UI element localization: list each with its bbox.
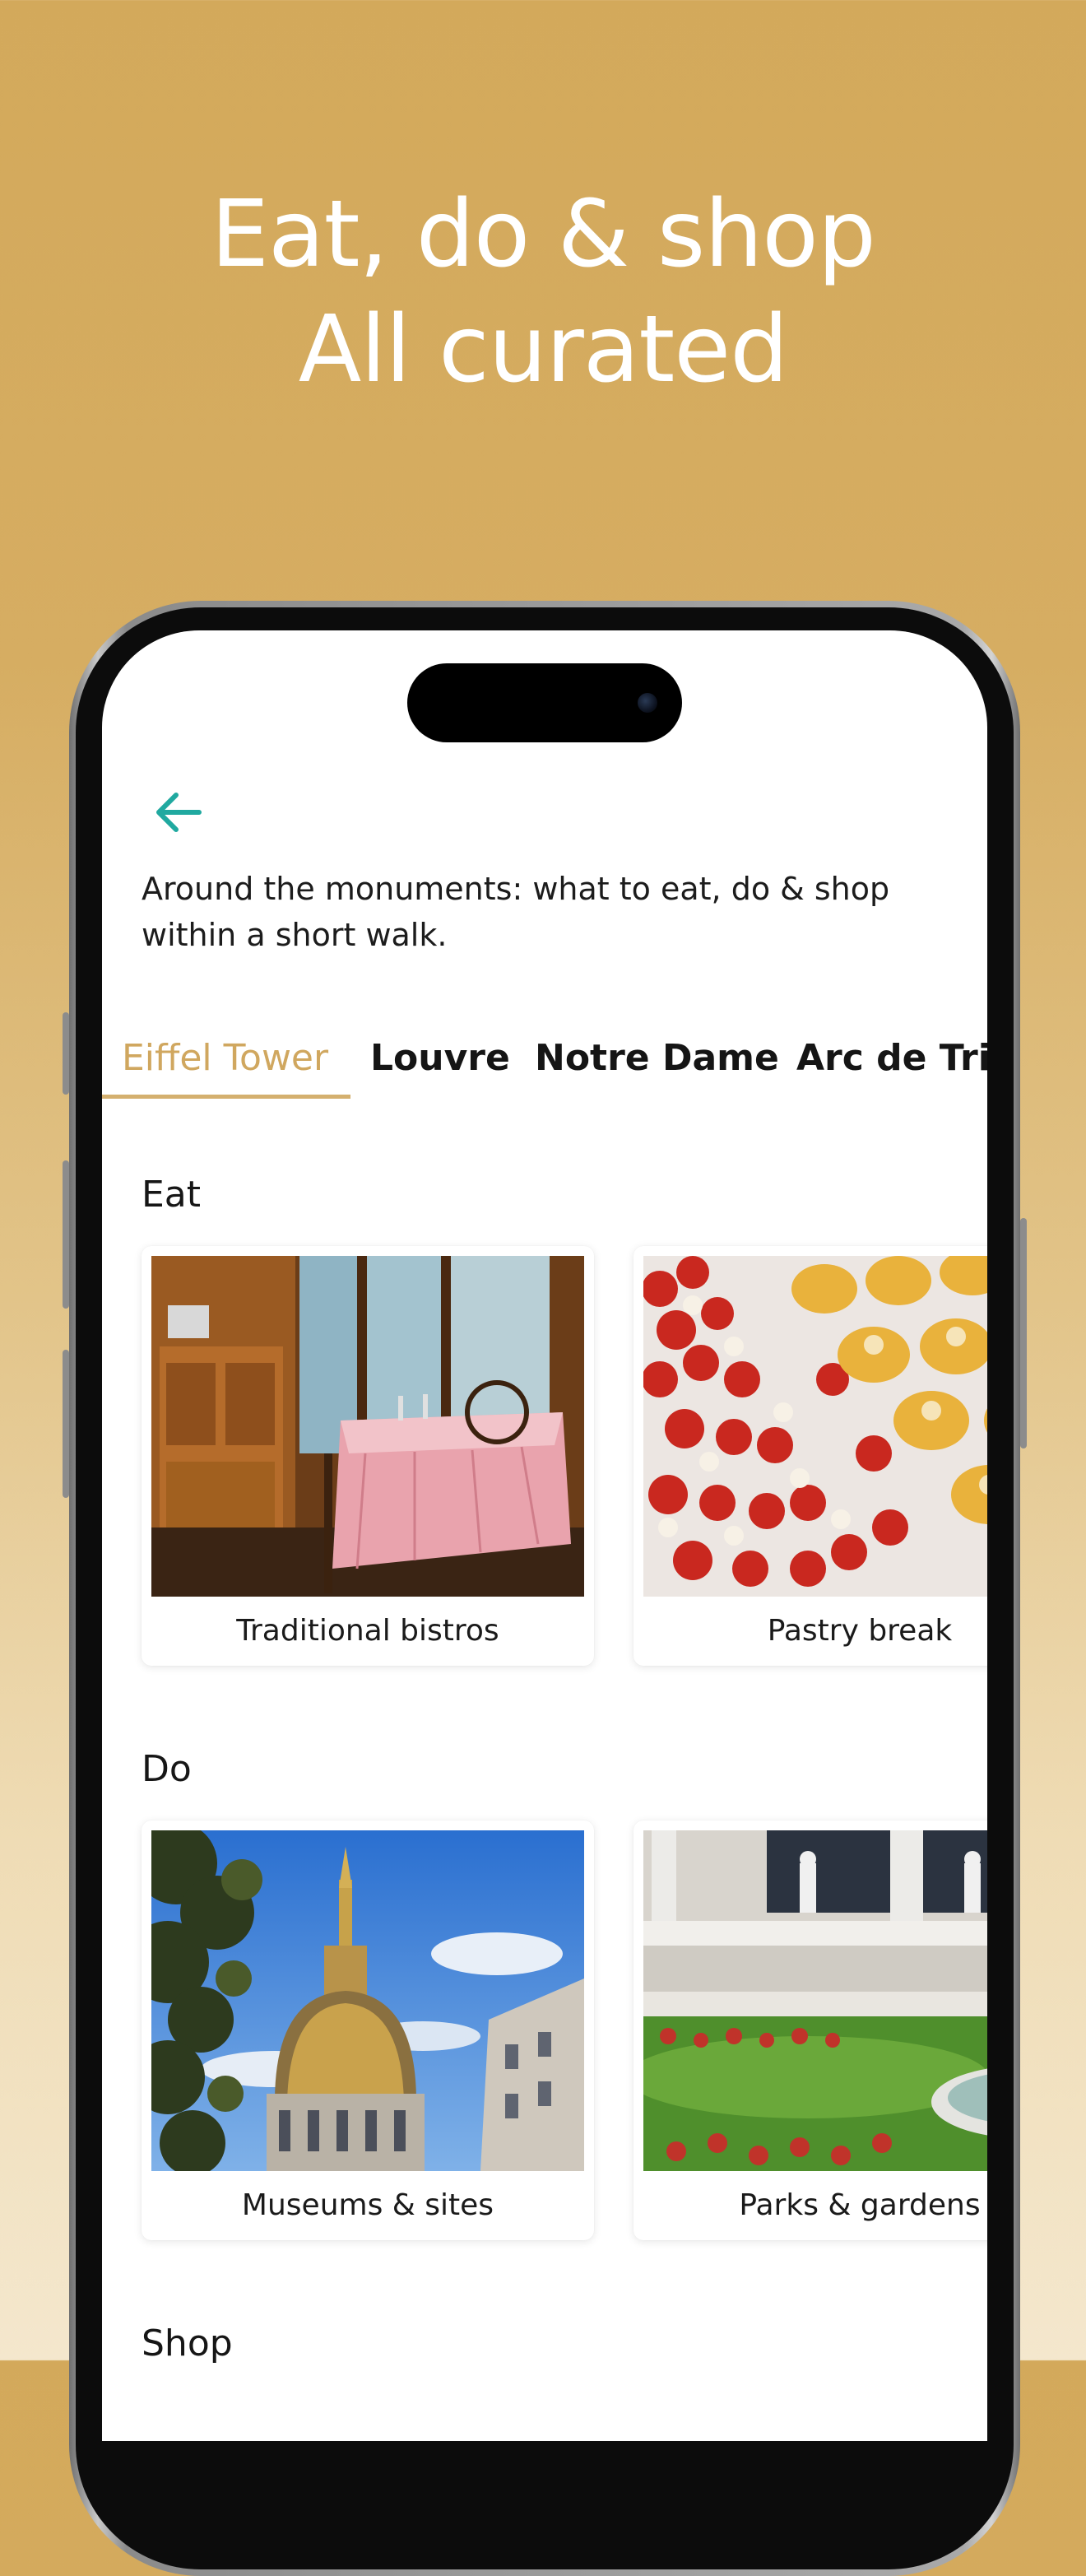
- card-label: Pastry break: [767, 1614, 953, 1648]
- golden-dome-image: [151, 1830, 584, 2171]
- headline-line-2: All curated: [298, 296, 789, 403]
- volume-down-button: [63, 1350, 69, 1498]
- tab-arc-de-triomphe[interactable]: Arc de Triomphe: [796, 1017, 987, 1100]
- bistro-interior-image: [151, 1256, 584, 1597]
- tab-louvre[interactable]: Louvre: [370, 1017, 510, 1100]
- card-pastry-break[interactable]: Pastry break: [634, 1246, 987, 1666]
- action-button: [63, 1012, 69, 1095]
- intro-text: Around the monuments: what to eat, do & …: [142, 871, 890, 953]
- tab-eiffel-tower[interactable]: Eiffel Tower: [122, 1017, 328, 1100]
- card-traditional-bistros[interactable]: Traditional bistros: [142, 1246, 594, 1666]
- card-label: Museums & sites: [241, 2188, 494, 2222]
- power-button: [1020, 1218, 1027, 1448]
- section-title-shop: Shop: [142, 2323, 233, 2364]
- back-arrow-icon[interactable]: [150, 783, 207, 841]
- camera-icon: [638, 693, 657, 713]
- dynamic-island: [407, 663, 682, 742]
- card-museums-sites[interactable]: Museums & sites: [142, 1820, 594, 2240]
- section-title-eat: Eat: [142, 1174, 202, 1216]
- monument-tabs: Eiffel Tower Louvre Notre Dame Arc de Tr…: [102, 1017, 987, 1100]
- card-label: Parks & gardens: [739, 2188, 981, 2222]
- card-parks-gardens[interactable]: Parks & gardens: [634, 1820, 987, 2240]
- marketing-headline: Eat, do & shop All curated: [0, 177, 1086, 407]
- tab-notre-dame[interactable]: Notre Dame: [535, 1017, 779, 1100]
- pastries-image: [643, 1256, 987, 1597]
- section-title-do: Do: [142, 1748, 192, 1790]
- volume-up-button: [63, 1160, 69, 1309]
- headline-line-1: Eat, do & shop: [211, 181, 876, 288]
- card-label: Traditional bistros: [236, 1614, 499, 1648]
- phone-screen: Around the monuments: what to eat, do & …: [102, 630, 987, 2441]
- active-tab-indicator: [102, 1095, 350, 1099]
- garden-fountain-image: [643, 1830, 987, 2171]
